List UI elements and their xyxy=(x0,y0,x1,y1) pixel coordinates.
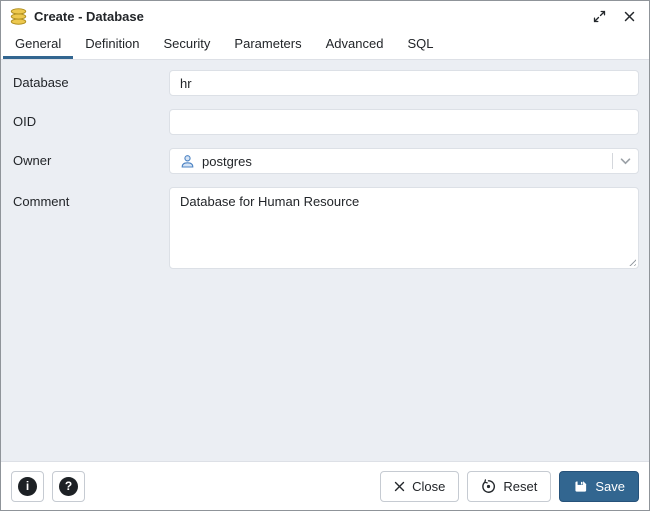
tab-bar: General Definition Security Parameters A… xyxy=(1,31,649,60)
general-form: Database OID Owner xyxy=(1,60,649,461)
footer-bar: i ? Close Reset Save xyxy=(1,461,649,510)
user-icon xyxy=(180,154,195,169)
owner-row: Owner postgres xyxy=(13,148,639,174)
create-database-dialog: Create - Database General Definition Sec… xyxy=(0,0,650,511)
info-icon: i xyxy=(18,476,37,496)
database-row: Database xyxy=(13,70,639,96)
owner-label: Owner xyxy=(13,153,52,168)
owner-select[interactable]: postgres xyxy=(169,148,639,174)
title-bar: Create - Database xyxy=(1,1,649,31)
reset-icon xyxy=(481,478,496,494)
comment-label: Comment xyxy=(13,194,70,209)
tab-general[interactable]: General xyxy=(3,31,74,59)
reset-button-label: Reset xyxy=(503,478,538,494)
comment-input[interactable]: Database for Human Resource xyxy=(169,187,639,269)
dialog-title: Create - Database xyxy=(34,8,144,24)
tab-definition[interactable]: Definition xyxy=(73,31,151,59)
reset-button[interactable]: Reset xyxy=(467,470,552,502)
help-button[interactable]: ? xyxy=(52,470,85,502)
tab-parameters[interactable]: Parameters xyxy=(222,31,313,59)
save-button[interactable]: Save xyxy=(559,470,639,502)
save-button-label: Save xyxy=(595,478,625,494)
owner-value: postgres xyxy=(202,153,252,169)
help-icon: ? xyxy=(59,476,78,496)
close-x-icon xyxy=(394,481,405,492)
tab-advanced[interactable]: Advanced xyxy=(314,31,396,59)
tab-sql[interactable]: SQL xyxy=(395,31,445,59)
close-icon[interactable] xyxy=(624,11,635,22)
comment-row: Comment Database for Human Resource xyxy=(13,187,639,269)
info-button[interactable]: i xyxy=(11,470,44,502)
save-icon xyxy=(573,479,588,494)
oid-label: OID xyxy=(13,114,37,129)
select-divider xyxy=(612,153,613,169)
oid-row: OID xyxy=(13,109,639,135)
database-input[interactable] xyxy=(169,70,639,96)
maximize-icon[interactable] xyxy=(593,10,606,23)
close-button[interactable]: Close xyxy=(380,470,460,502)
tab-security[interactable]: Security xyxy=(151,31,222,59)
database-label: Database xyxy=(13,75,69,90)
chevron-down-icon[interactable] xyxy=(620,157,631,165)
database-icon xyxy=(9,7,28,25)
close-button-label: Close xyxy=(412,478,446,494)
oid-input[interactable] xyxy=(169,109,639,135)
